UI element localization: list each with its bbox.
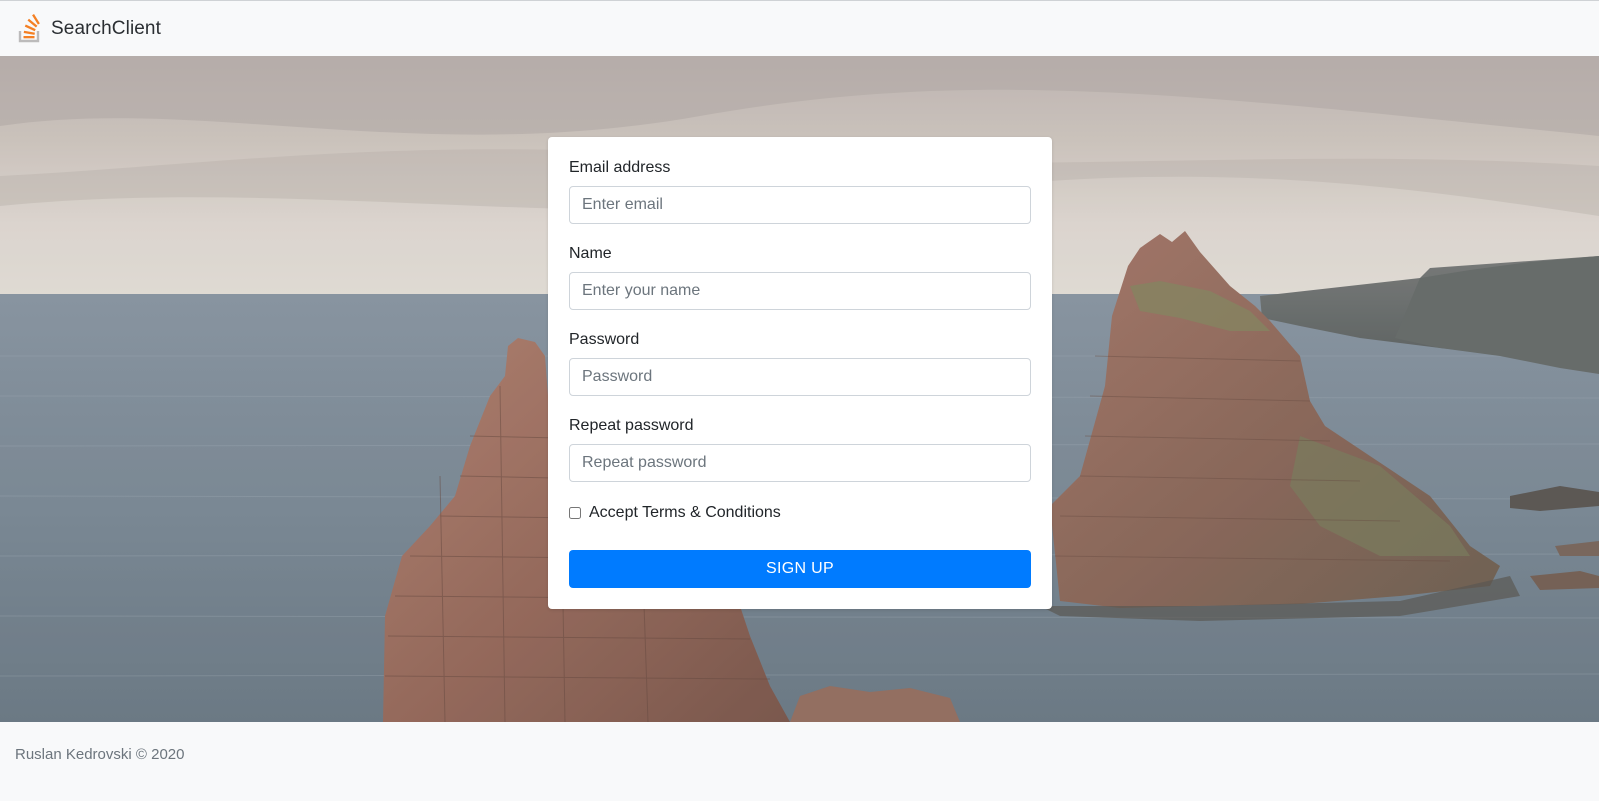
email-label: Email address	[569, 159, 671, 176]
password-label: Password	[569, 331, 640, 348]
password-input[interactable]	[569, 358, 1031, 396]
terms-checkbox[interactable]	[569, 507, 581, 519]
footer-copyright: Ruslan Kedrovski © 2020	[15, 746, 185, 763]
footer: Ruslan Kedrovski © 2020	[0, 722, 1599, 801]
app-root: SearchClient Email address Enter email N…	[0, 0, 1599, 801]
signup-form-card: Email address Name Password Repeat passw…	[548, 137, 1052, 609]
brand-link[interactable]: SearchClient	[17, 13, 161, 44]
navbar: SearchClient	[0, 0, 1599, 56]
brand-name: SearchClient	[51, 17, 161, 39]
repeat-password-input[interactable]	[569, 444, 1031, 482]
name-input[interactable]	[569, 272, 1031, 310]
terms-row: Accept Terms & Conditions	[569, 504, 781, 522]
terms-label[interactable]: Accept Terms & Conditions	[589, 504, 781, 522]
email-input[interactable]	[569, 186, 1031, 224]
stack-overflow-logo-icon	[18, 13, 40, 42]
name-label: Name	[569, 245, 612, 262]
repeat-password-label: Repeat password	[569, 417, 694, 434]
sign-up-button[interactable]: SIGN UP	[569, 550, 1031, 588]
